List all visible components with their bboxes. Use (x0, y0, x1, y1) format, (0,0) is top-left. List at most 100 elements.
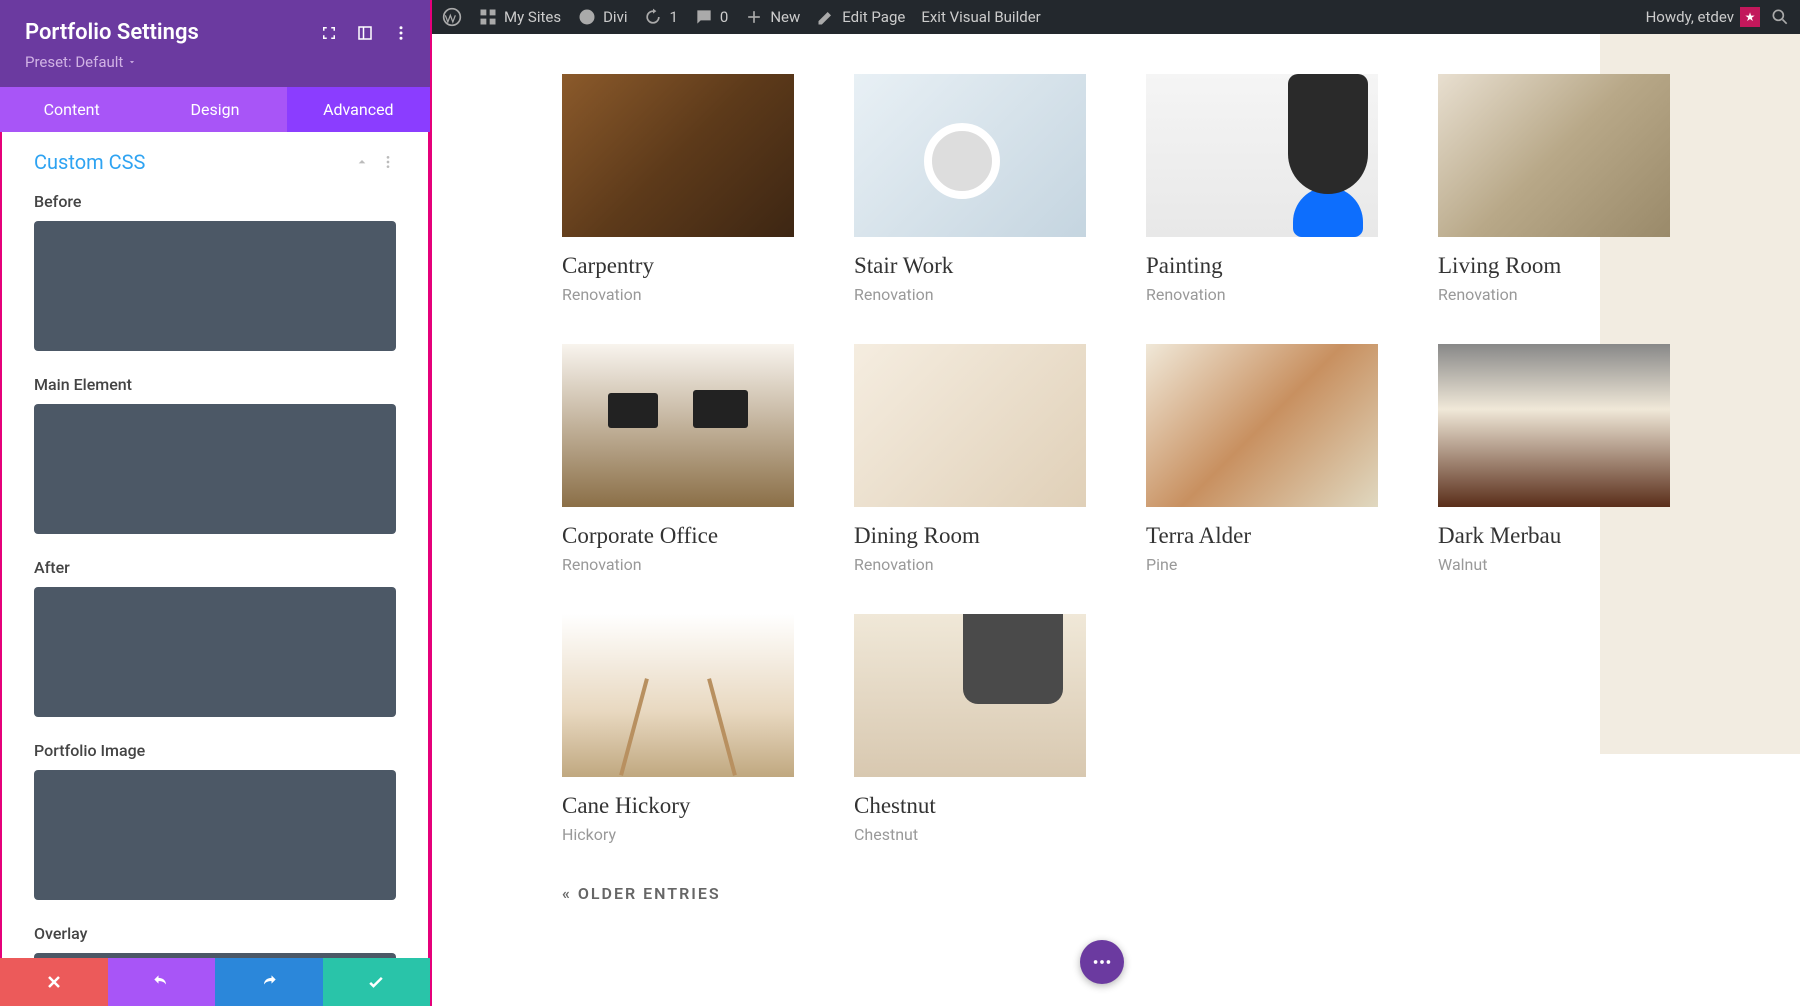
portfolio-image[interactable] (562, 614, 794, 777)
avatar: ★ (1740, 7, 1760, 27)
preset-dropdown[interactable]: Preset: Default (25, 53, 410, 71)
edit-page-label: Edit Page (842, 8, 905, 26)
portfolio-title[interactable]: Chestnut (854, 793, 1086, 819)
portfolio-item[interactable]: Painting Renovation (1146, 74, 1378, 304)
new-link[interactable]: New (744, 7, 800, 27)
my-sites-label: My Sites (504, 8, 561, 26)
portfolio-title[interactable]: Terra Alder (1146, 523, 1378, 549)
css-textarea-after[interactable] (34, 587, 396, 717)
updates-count: 1 (669, 8, 677, 26)
css-label: Before (34, 192, 396, 211)
grid-row: Corporate Office Renovation Dining Room Ren… (562, 344, 1670, 574)
divi-label: Divi (603, 8, 627, 26)
portfolio-item[interactable]: Dark Merbau Walnut (1438, 344, 1670, 574)
portfolio-category[interactable]: Pine (1146, 555, 1378, 574)
portfolio-category[interactable]: Renovation (854, 285, 1086, 304)
portfolio-image[interactable] (1438, 344, 1670, 507)
portfolio-item[interactable]: Stair Work Renovation (854, 74, 1086, 304)
css-field-main: Main Element (34, 375, 396, 538)
portfolio-title[interactable]: Stair Work (854, 253, 1086, 279)
undo-button[interactable] (108, 958, 216, 1006)
portfolio-category[interactable]: Renovation (1146, 285, 1378, 304)
search-icon[interactable] (1770, 7, 1790, 27)
wp-logo[interactable] (442, 7, 462, 27)
exit-builder-label: Exit Visual Builder (921, 8, 1040, 26)
portfolio-item[interactable]: Terra Alder Pine (1146, 344, 1378, 574)
tab-advanced[interactable]: Advanced (287, 87, 430, 132)
new-label: New (770, 8, 800, 26)
portfolio-title[interactable]: Cane Hickory (562, 793, 794, 819)
cancel-button[interactable] (0, 958, 108, 1006)
panel-body: Custom CSS Before Main Element After Por… (0, 132, 430, 958)
portfolio-image[interactable] (1146, 74, 1378, 237)
portfolio-image[interactable] (562, 74, 794, 237)
chevron-down-icon (127, 57, 137, 67)
portfolio-grid: CarpentryRenovationStair WorkRenovationP… (432, 34, 1800, 943)
save-button[interactable] (323, 958, 431, 1006)
tab-content[interactable]: Content (0, 87, 143, 132)
portfolio-image[interactable] (1146, 344, 1378, 507)
panel-title: Portfolio Settings (25, 20, 199, 45)
section-header[interactable]: Custom CSS (34, 132, 396, 192)
portfolio-item[interactable]: Living Room Renovation (1438, 74, 1670, 304)
portfolio-category[interactable]: Renovation (562, 285, 794, 304)
portfolio-image[interactable] (854, 74, 1086, 237)
wp-admin-bar: My Sites Divi 1 0 New Edit Page Exit Vis… (432, 0, 1800, 34)
focus-icon[interactable] (320, 24, 338, 42)
portfolio-title[interactable]: Corporate Office (562, 523, 794, 549)
portfolio-category[interactable]: Renovation (854, 555, 1086, 574)
settings-panel: Portfolio Settings Preset: Default Conte… (0, 0, 432, 1006)
grid-row: CarpentryRenovationStair WorkRenovationP… (562, 74, 1670, 304)
css-label: Main Element (34, 375, 396, 394)
divi-link[interactable]: Divi (577, 7, 627, 27)
chevron-up-icon[interactable] (354, 154, 370, 170)
css-field-overlay: Overlay (34, 924, 396, 958)
howdy-label: Howdy, etdev (1646, 8, 1734, 26)
comments-link[interactable]: 0 (694, 7, 728, 27)
howdy-link[interactable]: Howdy, etdev ★ (1646, 7, 1760, 27)
css-textarea-before[interactable] (34, 221, 396, 351)
css-field-portfolio-image: Portfolio Image (34, 741, 396, 904)
panel-header: Portfolio Settings Preset: Default (0, 0, 430, 87)
css-textarea-main[interactable] (34, 404, 396, 534)
portfolio-title[interactable]: Living Room (1438, 253, 1670, 279)
portfolio-category[interactable]: Renovation (1438, 285, 1670, 304)
section-more-icon[interactable] (380, 154, 396, 170)
updates-link[interactable]: 1 (643, 7, 677, 27)
css-label: Portfolio Image (34, 741, 396, 760)
tab-design[interactable]: Design (143, 87, 286, 132)
portfolio-title[interactable]: Carpentry (562, 253, 794, 279)
my-sites-link[interactable]: My Sites (478, 7, 561, 27)
css-textarea-portfolio-image[interactable] (34, 770, 396, 900)
css-field-before: Before (34, 192, 396, 355)
portfolio-item[interactable]: Chestnut Chestnut (854, 614, 1086, 844)
portfolio-image[interactable] (1438, 74, 1670, 237)
portfolio-category[interactable]: Renovation (562, 555, 794, 574)
portfolio-category[interactable]: Hickory (562, 825, 794, 844)
comments-count: 0 (720, 8, 728, 26)
portfolio-image[interactable] (854, 344, 1086, 507)
portfolio-item[interactable]: Corporate Office Renovation (562, 344, 794, 574)
wireframe-icon[interactable] (356, 24, 374, 42)
redo-button[interactable] (215, 958, 323, 1006)
css-label: Overlay (34, 924, 396, 943)
portfolio-item[interactable]: Carpentry Renovation (562, 74, 794, 304)
portfolio-image[interactable] (562, 344, 794, 507)
exit-builder-link[interactable]: Exit Visual Builder (921, 8, 1040, 26)
older-entries-link[interactable]: « OLDER ENTRIES (562, 884, 1670, 903)
portfolio-item[interactable]: Dining Room Renovation (854, 344, 1086, 574)
more-icon[interactable] (392, 24, 410, 42)
portfolio-title[interactable]: Dark Merbau (1438, 523, 1670, 549)
grid-row: Cane Hickory Hickory Chestnut Chestnut (562, 614, 1670, 844)
portfolio-image[interactable] (854, 614, 1086, 777)
portfolio-category[interactable]: Chestnut (854, 825, 1086, 844)
portfolio-title[interactable]: Painting (1146, 253, 1378, 279)
portfolio-item[interactable]: Cane Hickory Hickory (562, 614, 794, 844)
main-content: CarpentryRenovationStair WorkRenovationP… (432, 34, 1800, 1006)
edit-page-link[interactable]: Edit Page (816, 7, 905, 27)
portfolio-title[interactable]: Dining Room (854, 523, 1086, 549)
panel-tabs: Content Design Advanced (0, 87, 430, 132)
fab-more-button[interactable] (1080, 940, 1124, 984)
section-title: Custom CSS (34, 150, 145, 174)
portfolio-category[interactable]: Walnut (1438, 555, 1670, 574)
